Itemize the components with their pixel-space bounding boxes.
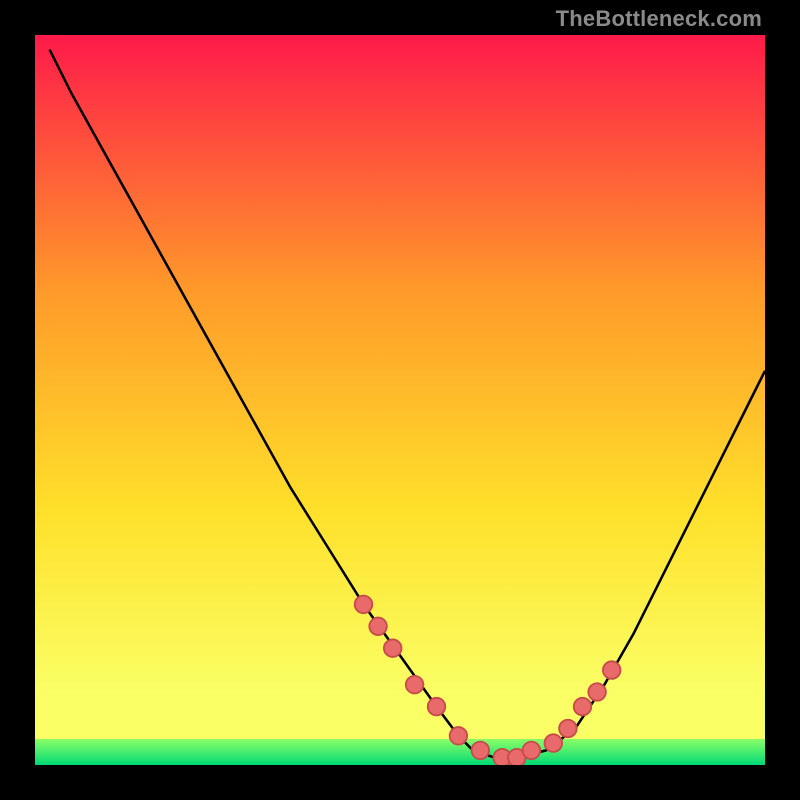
- marker-point: [406, 676, 424, 694]
- marker-point: [472, 742, 490, 760]
- marker-point: [545, 734, 563, 752]
- chart-stage: TheBottleneck.com: [0, 0, 800, 800]
- bottleneck-curve: [50, 50, 765, 758]
- marker-point: [559, 720, 577, 738]
- marker-point: [603, 661, 621, 679]
- marker-point: [574, 698, 592, 716]
- marker-point: [355, 596, 373, 614]
- marker-point: [384, 639, 402, 657]
- watermark-text: TheBottleneck.com: [556, 6, 762, 32]
- marker-point: [369, 618, 387, 636]
- chart-svg: [35, 35, 765, 765]
- marker-point: [428, 698, 446, 716]
- marker-point: [450, 727, 468, 745]
- marker-point: [523, 742, 541, 760]
- marker-group: [355, 596, 621, 765]
- marker-point: [588, 683, 606, 701]
- plot-area: [35, 35, 765, 765]
